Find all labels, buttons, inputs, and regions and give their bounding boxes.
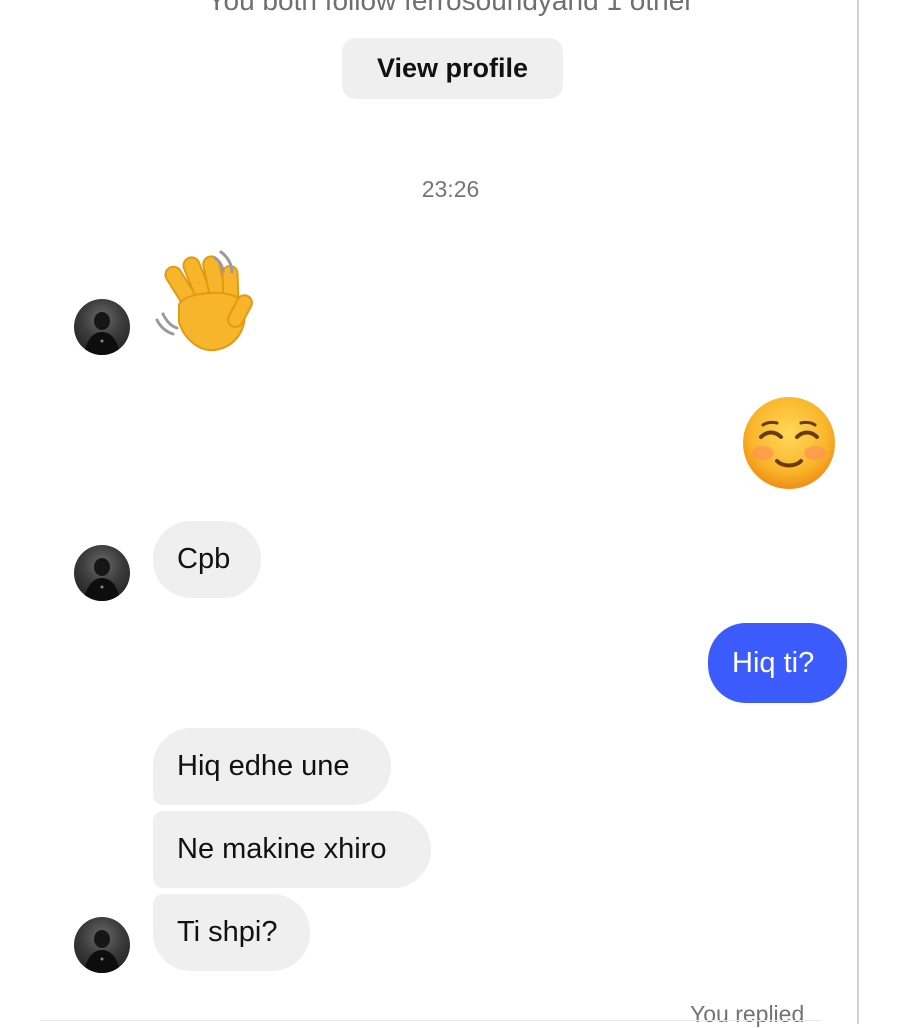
waving-hand-emoji[interactable] bbox=[153, 250, 263, 359]
panel-divider bbox=[857, 0, 859, 1024]
follow-info-text: You both follow ferrosoundyand 1 other bbox=[207, 0, 694, 16]
view-profile-button[interactable]: View profile bbox=[342, 38, 563, 99]
contact-avatar[interactable] bbox=[74, 545, 130, 601]
divider bbox=[40, 1020, 820, 1021]
message-text: Cpb bbox=[177, 543, 231, 575]
smiling-face-emoji[interactable] bbox=[741, 395, 837, 496]
received-message-bubble[interactable]: Ti shpi? bbox=[153, 894, 310, 971]
received-message-bubble[interactable]: Cpb bbox=[153, 521, 261, 598]
sent-message-bubble[interactable]: Hiq ti? bbox=[708, 623, 847, 703]
contact-avatar[interactable] bbox=[74, 917, 130, 973]
message-text: Hiq edhe une bbox=[177, 750, 350, 782]
message-timestamp: 23:26 bbox=[421, 176, 480, 202]
contact-avatar[interactable] bbox=[74, 299, 130, 355]
message-text: Ti shpi? bbox=[177, 916, 278, 948]
message-text: Ne makine xhiro bbox=[177, 833, 387, 865]
message-text: Hiq ti? bbox=[732, 646, 815, 679]
received-message-bubble[interactable]: Hiq edhe une bbox=[153, 728, 391, 805]
received-message-bubble[interactable]: Ne makine xhiro bbox=[153, 811, 431, 888]
